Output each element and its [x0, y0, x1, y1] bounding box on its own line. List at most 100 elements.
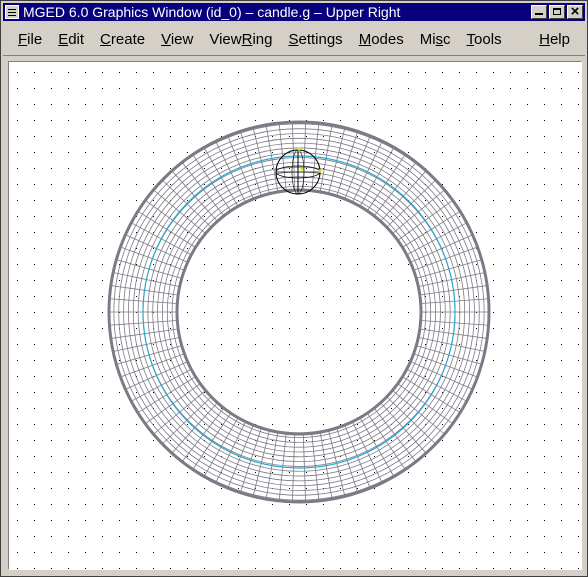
grid-dot	[85, 408, 86, 409]
grid-dot	[510, 232, 511, 233]
grid-dot	[408, 536, 409, 537]
grid-dot	[391, 344, 392, 345]
grid-dot	[357, 424, 358, 425]
graphics-viewport[interactable]	[8, 61, 582, 570]
grid-dot	[272, 280, 273, 281]
grid-dot	[187, 328, 188, 329]
menu-tools[interactable]: Tools	[466, 29, 503, 50]
grid-dot	[289, 232, 290, 233]
grid-dot	[255, 504, 256, 505]
menu-edit[interactable]: Edit	[57, 29, 85, 50]
grid-dot	[85, 392, 86, 393]
grid-dot	[544, 72, 545, 73]
grid-dot	[102, 72, 103, 73]
grid-dot	[221, 264, 222, 265]
window-menu-icon[interactable]	[5, 5, 19, 19]
grid-dot	[238, 312, 239, 313]
grid-dot	[204, 184, 205, 185]
grid-dot	[153, 88, 154, 89]
grid-dot	[51, 472, 52, 473]
grid-dot	[187, 344, 188, 345]
grid-dot	[102, 520, 103, 521]
grid-dot	[357, 520, 358, 521]
grid-dot	[187, 200, 188, 201]
grid-dot	[272, 520, 273, 521]
menu-create[interactable]: Create	[99, 29, 146, 50]
grid-dot	[357, 232, 358, 233]
grid-dot	[408, 152, 409, 153]
grid-dot	[374, 360, 375, 361]
grid-dot	[425, 104, 426, 105]
menu-viewring[interactable]: ViewRing	[208, 29, 273, 50]
grid-dot	[357, 264, 358, 265]
graphics-canvas[interactable]	[9, 62, 581, 569]
menu-help[interactable]: Help	[538, 29, 571, 50]
grid-dot	[340, 552, 341, 553]
grid-dot	[238, 104, 239, 105]
grid-dot	[425, 216, 426, 217]
grid-dot	[340, 328, 341, 329]
grid-dot	[34, 264, 35, 265]
grid-dot	[255, 216, 256, 217]
grid-dot	[136, 488, 137, 489]
grid-dot	[544, 344, 545, 345]
grid-dot	[68, 280, 69, 281]
grid-dot	[425, 136, 426, 137]
grid-dot	[425, 200, 426, 201]
grid-dot	[289, 440, 290, 441]
grid-dot	[272, 296, 273, 297]
grid-dot	[221, 168, 222, 169]
grid-dot	[476, 264, 477, 265]
menu-file[interactable]: File	[17, 29, 43, 50]
grid-dot	[51, 504, 52, 505]
grid-dot	[544, 312, 545, 313]
grid-dot	[34, 360, 35, 361]
grid-dot	[391, 120, 392, 121]
grid-dot	[442, 504, 443, 505]
grid-dot	[272, 72, 273, 73]
menu-settings[interactable]: Settings	[287, 29, 343, 50]
grid-dot	[51, 88, 52, 89]
grid-dot	[102, 296, 103, 297]
grid-dot	[527, 216, 528, 217]
menu-view[interactable]: View	[160, 29, 194, 50]
grid-dot	[510, 152, 511, 153]
grid-dot	[119, 488, 120, 489]
grid-dot	[119, 360, 120, 361]
grid-dot	[306, 376, 307, 377]
grid-dot	[306, 168, 307, 169]
grid-dot	[476, 216, 477, 217]
close-icon[interactable]	[567, 3, 583, 20]
grid-dot	[306, 424, 307, 425]
grid-dot	[102, 488, 103, 489]
grid-dot	[68, 88, 69, 89]
grid-dot	[306, 408, 307, 409]
grid-dot	[119, 536, 120, 537]
grid-dot	[102, 552, 103, 553]
grid-dot	[561, 568, 562, 569]
grid-dot	[493, 296, 494, 297]
grid-dot	[476, 552, 477, 553]
grid-dot	[340, 216, 341, 217]
grid-dot	[289, 200, 290, 201]
grid-dot	[34, 232, 35, 233]
title-bar[interactable]: MGED 6.0 Graphics Window (id_0) – candle…	[3, 3, 585, 21]
grid-dot	[425, 264, 426, 265]
grid-dot	[408, 488, 409, 489]
grid-dot	[391, 552, 392, 553]
menu-misc[interactable]: Misc	[419, 29, 452, 50]
grid-dot	[153, 536, 154, 537]
minimize-icon[interactable]	[531, 5, 547, 19]
grid-dot	[408, 472, 409, 473]
grid-dot	[34, 376, 35, 377]
grid-dot	[476, 88, 477, 89]
grid-dot	[561, 328, 562, 329]
grid-dot	[374, 280, 375, 281]
maximize-icon[interactable]	[549, 5, 565, 19]
grid-dot	[187, 536, 188, 537]
grid-dot	[561, 72, 562, 73]
menu-modes[interactable]: Modes	[358, 29, 405, 50]
grid-dot	[255, 152, 256, 153]
grid-dot	[323, 520, 324, 521]
grid-dot	[187, 504, 188, 505]
